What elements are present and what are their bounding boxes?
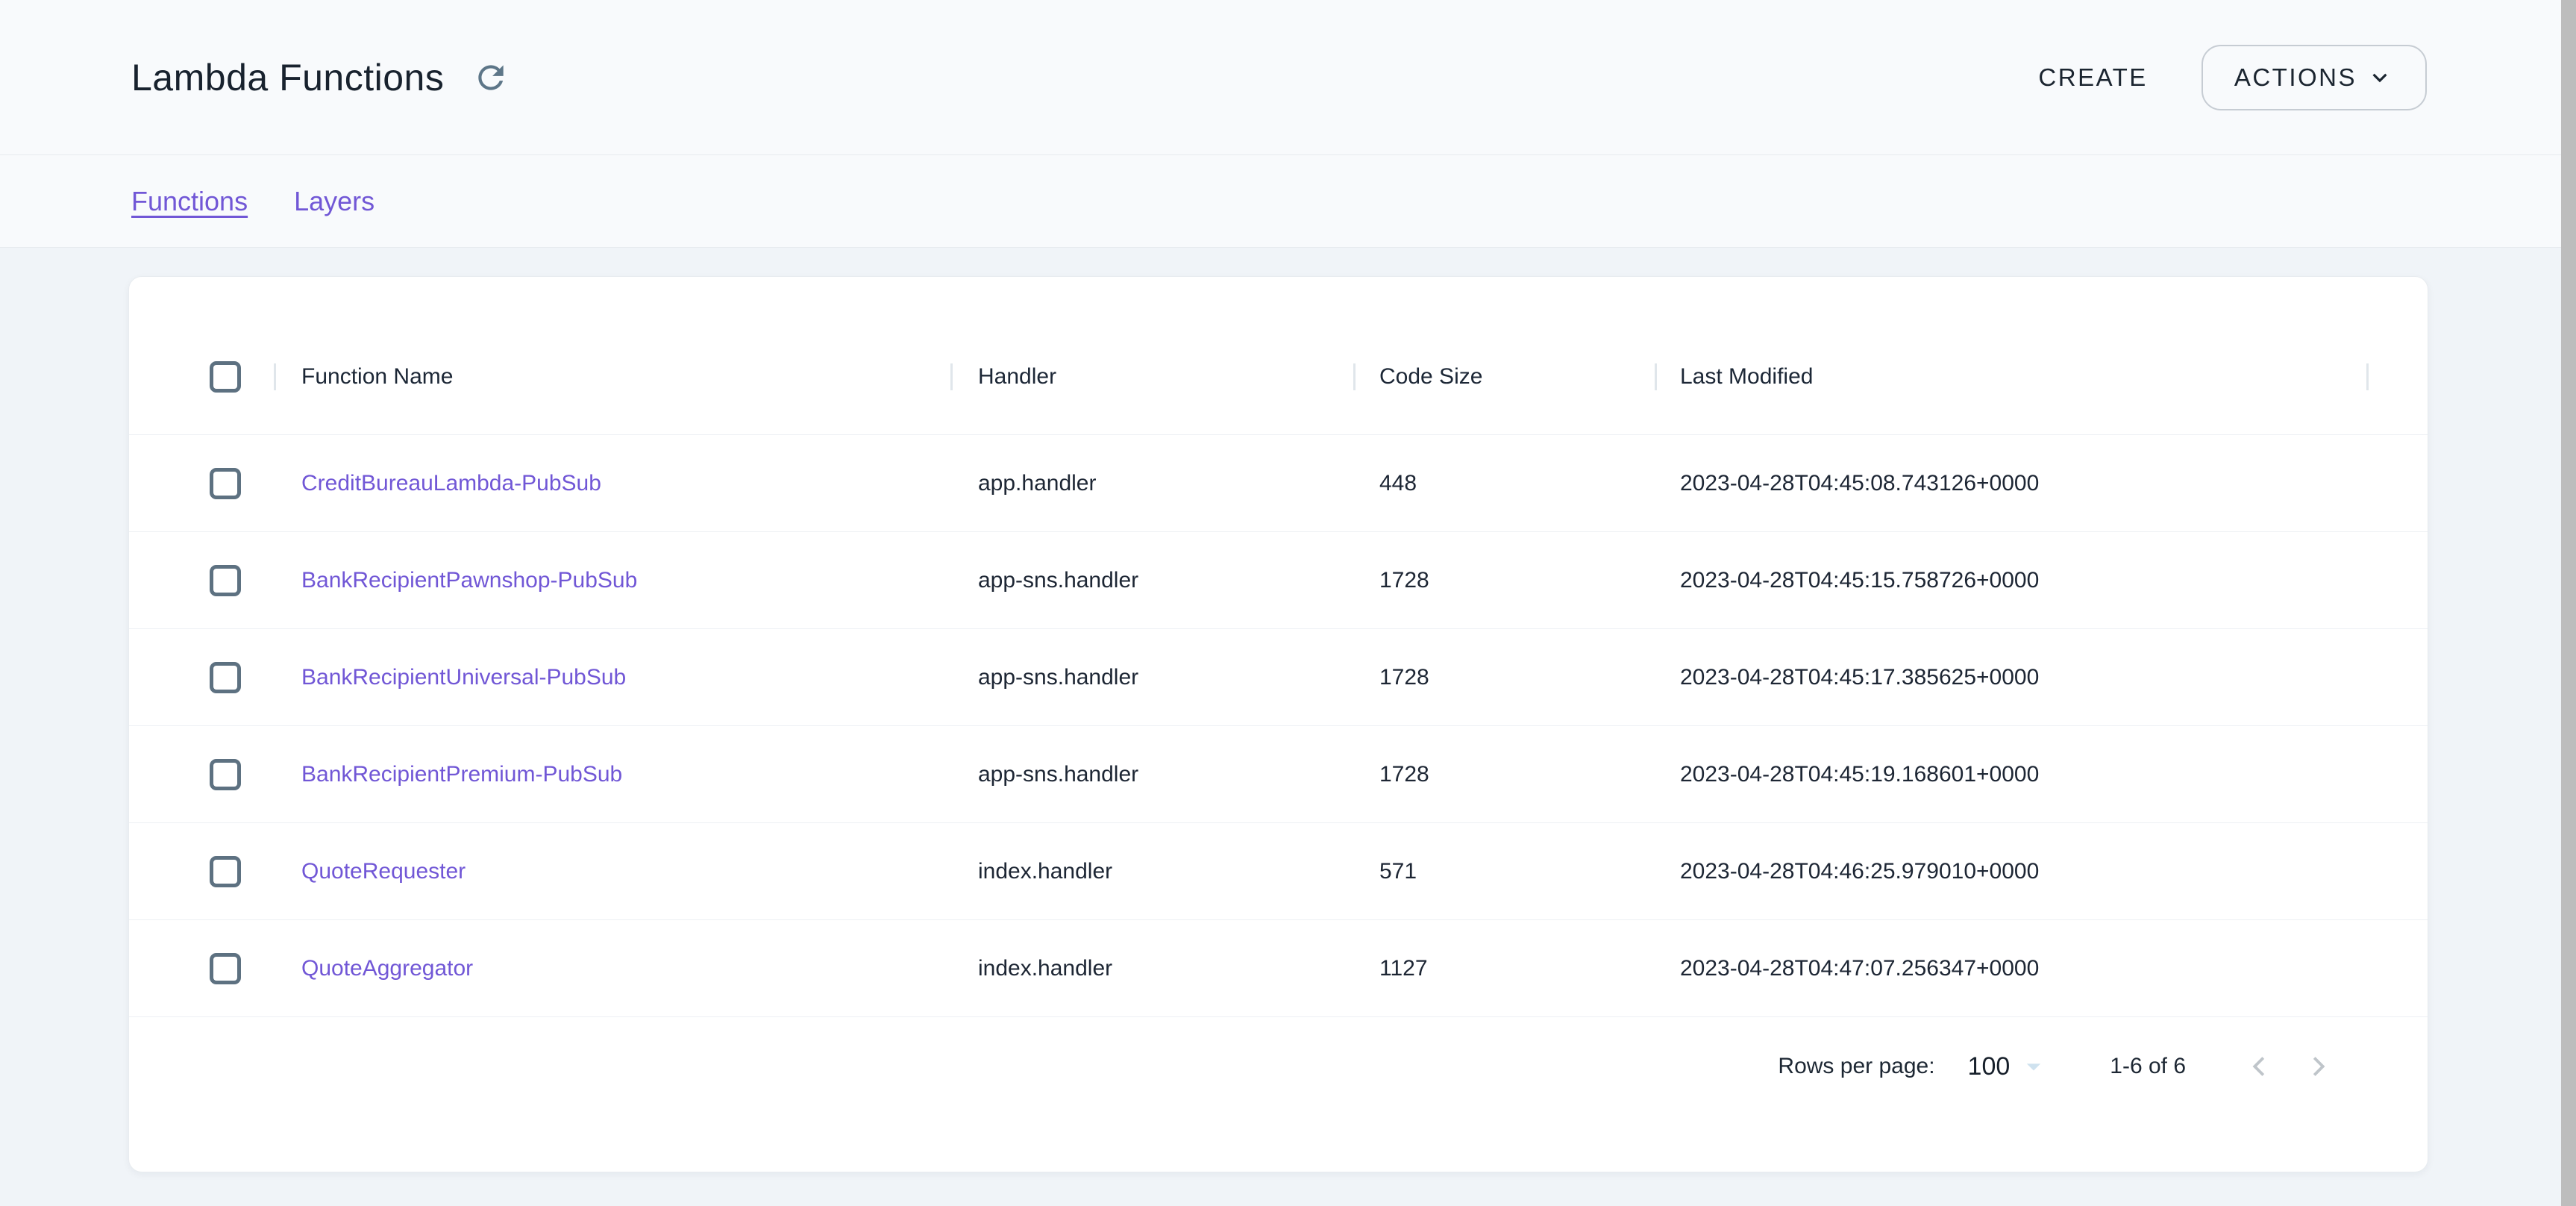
last-modified-cell: 2023-04-28T04:45:15.758726+0000: [1680, 568, 2366, 593]
handler-cell: app-sns.handler: [978, 665, 1379, 690]
handler-cell: app-sns.handler: [978, 762, 1379, 787]
column-header-handler: Handler: [978, 364, 1379, 390]
code-size-cell: 1127: [1379, 956, 1680, 981]
table-row: BankRecipientPawnshop-PubSub app-sns.han…: [129, 532, 2428, 629]
code-size-cell: 1728: [1379, 762, 1680, 787]
chevron-left-icon: [2243, 1049, 2277, 1084]
refresh-button[interactable]: [466, 53, 515, 102]
table-row: QuoteAggregator index.handler 1127 2023-…: [129, 920, 2428, 1017]
lambda-functions-page: Lambda Functions CREATE ACTIONS Function…: [0, 0, 2561, 1206]
actions-button[interactable]: ACTIONS: [2201, 45, 2427, 110]
refresh-icon: [472, 59, 510, 96]
next-page-button[interactable]: [2289, 1037, 2347, 1096]
column-divider: [2366, 363, 2369, 390]
handler-cell: index.handler: [978, 859, 1379, 884]
column-header-function-name: Function Name: [301, 364, 978, 390]
rows-per-page-value: 100: [1968, 1052, 2011, 1081]
column-divider: [274, 363, 276, 390]
table-row: BankRecipientUniversal-PubSub app-sns.ha…: [129, 629, 2428, 726]
function-name-link[interactable]: QuoteAggregator: [301, 956, 473, 981]
tab-functions[interactable]: Functions: [131, 186, 248, 217]
code-size-cell: 571: [1379, 859, 1680, 884]
tab-bar: Functions Layers: [0, 155, 2561, 248]
function-name-link[interactable]: BankRecipientPremium-PubSub: [301, 762, 622, 787]
chevron-down-icon: [2366, 63, 2394, 92]
rows-per-page-label: Rows per page:: [1778, 1054, 1934, 1079]
row-checkbox[interactable]: [210, 759, 241, 790]
column-divider: [1655, 363, 1657, 390]
handler-cell: app-sns.handler: [978, 568, 1379, 593]
actions-button-label: ACTIONS: [2234, 63, 2357, 92]
table-row: BankRecipientPremium-PubSub app-sns.hand…: [129, 726, 2428, 823]
page-scrollbar[interactable]: [2561, 0, 2576, 1206]
code-size-cell: 1728: [1379, 665, 1680, 690]
function-name-link[interactable]: BankRecipientPawnshop-PubSub: [301, 568, 637, 593]
create-button[interactable]: CREATE: [2028, 56, 2157, 99]
function-name-link[interactable]: QuoteRequester: [301, 859, 466, 884]
table-header-row: Function Name Handler Code Size Last Mod…: [129, 319, 2428, 435]
column-divider: [1353, 363, 1356, 390]
functions-table-card: Function Name Handler Code Size Last Mod…: [128, 276, 2428, 1172]
table-row: QuoteRequester index.handler 571 2023-04…: [129, 823, 2428, 920]
table-row: CreditBureauLambda-PubSub app.handler 44…: [129, 435, 2428, 532]
page-range-label: 1-6 of 6: [2110, 1054, 2186, 1079]
handler-cell: index.handler: [978, 956, 1379, 981]
last-modified-cell: 2023-04-28T04:45:08.743126+0000: [1680, 471, 2366, 496]
last-modified-cell: 2023-04-28T04:45:17.385625+0000: [1680, 665, 2366, 690]
chevron-right-icon: [2301, 1049, 2335, 1084]
code-size-cell: 448: [1379, 471, 1680, 496]
page-title: Lambda Functions: [131, 56, 444, 99]
row-checkbox[interactable]: [210, 468, 241, 499]
column-header-code-size: Code Size: [1379, 364, 1680, 390]
last-modified-cell: 2023-04-28T04:46:25.979010+0000: [1680, 859, 2366, 884]
last-modified-cell: 2023-04-28T04:45:19.168601+0000: [1680, 762, 2366, 787]
row-checkbox[interactable]: [210, 953, 241, 984]
row-checkbox[interactable]: [210, 565, 241, 596]
tab-layers[interactable]: Layers: [294, 186, 375, 217]
row-checkbox[interactable]: [210, 662, 241, 693]
column-header-last-modified: Last Modified: [1680, 364, 2366, 390]
last-modified-cell: 2023-04-28T04:47:07.256347+0000: [1680, 956, 2366, 981]
function-name-link[interactable]: CreditBureauLambda-PubSub: [301, 471, 601, 496]
select-all-checkbox[interactable]: [210, 361, 241, 393]
rows-per-page-select[interactable]: 100: [1968, 1050, 2051, 1083]
code-size-cell: 1728: [1379, 568, 1680, 593]
handler-cell: app.handler: [978, 471, 1379, 496]
top-bar: Lambda Functions CREATE ACTIONS: [0, 0, 2561, 155]
column-divider: [950, 363, 953, 390]
function-name-link[interactable]: BankRecipientUniversal-PubSub: [301, 665, 626, 690]
arrow-dropdown-icon: [2017, 1050, 2050, 1083]
row-checkbox[interactable]: [210, 856, 241, 887]
pagination: Rows per page: 100 1-6 of 6: [129, 1017, 2428, 1116]
previous-page-button[interactable]: [2231, 1037, 2289, 1096]
